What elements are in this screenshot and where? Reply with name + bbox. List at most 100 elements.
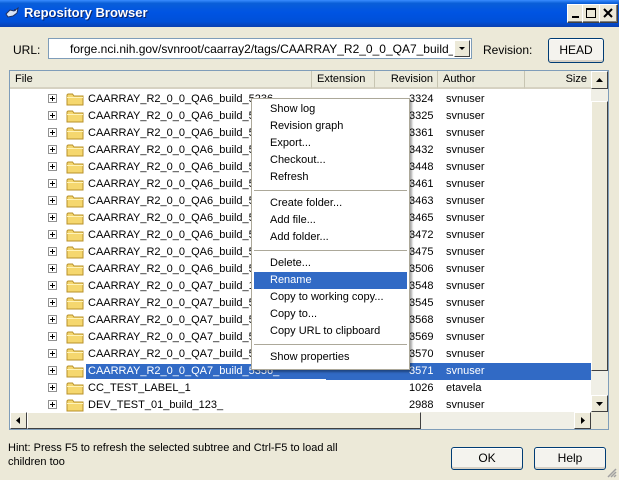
horizontal-scrollbar[interactable]	[10, 412, 591, 429]
expand-icon[interactable]	[48, 281, 57, 290]
menu-item-checkout[interactable]: Checkout...	[254, 152, 407, 169]
menu-item-revision-graph[interactable]: Revision graph	[254, 118, 407, 135]
column-author[interactable]: Author	[438, 71, 525, 89]
revision-cell: 3571	[409, 365, 434, 377]
expand-icon[interactable]	[48, 179, 57, 188]
tree-row[interactable]: CC_TEST_LABEL_1 1026 etavela	[10, 380, 592, 397]
revision-cell: 3361	[409, 127, 434, 139]
menu-item-show-properties[interactable]: Show properties	[254, 349, 407, 366]
column-revision[interactable]: Revision	[375, 71, 438, 89]
url-field[interactable]: forge.nci.nih.gov/svnroot/caarray2/tags/…	[70, 42, 453, 56]
url-dropdown-button[interactable]	[454, 40, 470, 57]
expand-icon[interactable]	[48, 230, 57, 239]
author-cell: svnuser	[446, 348, 485, 360]
menu-separator	[254, 344, 407, 345]
folder-icon	[66, 178, 84, 191]
author-cell: svnuser	[446, 127, 485, 139]
title-bar: Repository Browser	[0, 0, 619, 27]
expand-icon[interactable]	[48, 145, 57, 154]
revision-cell: 3465	[409, 212, 434, 224]
menu-item-delete[interactable]: Delete...	[254, 255, 407, 272]
expand-icon[interactable]	[48, 247, 57, 256]
author-cell: svnuser	[446, 331, 485, 343]
revision-cell: 3325	[409, 110, 434, 122]
window-title: Repository Browser	[24, 5, 148, 20]
folder-name: CAARRAY_R2_0_0_QA7_build_53	[88, 348, 261, 360]
revision-cell: 1026	[409, 382, 434, 394]
close-button[interactable]	[599, 4, 618, 23]
author-cell: svnuser	[446, 263, 485, 275]
menu-item-copy-to-working-copy[interactable]: Copy to working copy...	[254, 289, 407, 306]
expand-icon[interactable]	[48, 213, 57, 222]
folder-name: CAARRAY_R2_0_0_QA6_build_53	[88, 263, 261, 275]
folder-icon	[66, 314, 84, 327]
ok-button[interactable]: OK	[451, 447, 523, 470]
folder-icon	[66, 263, 84, 276]
menu-item-show-log[interactable]: Show log	[254, 101, 407, 118]
author-cell: svnuser	[446, 280, 485, 292]
vertical-scrollbar[interactable]	[591, 71, 608, 412]
expand-icon[interactable]	[48, 94, 57, 103]
horizontal-scroll-thumb[interactable]	[27, 412, 421, 429]
menu-item-refresh[interactable]: Refresh	[254, 169, 407, 186]
expand-icon[interactable]	[48, 383, 57, 392]
revision-cell: 3448	[409, 161, 434, 173]
folder-icon	[66, 161, 84, 174]
expand-icon[interactable]	[48, 349, 57, 358]
close-icon	[603, 8, 613, 18]
column-header: File Extension Revision Author Size	[10, 71, 608, 89]
folder-name: CAARRAY_R2_0_0_QA6_build_5236	[88, 93, 274, 105]
expand-icon[interactable]	[48, 315, 57, 324]
revision-label: Revision:	[483, 43, 533, 57]
author-cell: svnuser	[446, 110, 485, 122]
folder-icon	[66, 93, 84, 106]
menu-item-copy-to[interactable]: Copy to...	[254, 306, 407, 323]
revision-cell: 3570	[409, 348, 434, 360]
folder-icon	[66, 399, 84, 412]
chevron-down-icon	[459, 47, 465, 50]
resize-grip-icon[interactable]	[605, 466, 617, 478]
url-combobox[interactable]: forge.nci.nih.gov/svnroot/caarray2/tags/…	[48, 38, 472, 59]
vertical-scroll-thumb[interactable]	[591, 101, 608, 371]
column-file[interactable]: File	[10, 71, 312, 89]
folder-icon	[66, 229, 84, 242]
revision-cell: 3461	[409, 178, 434, 190]
expand-icon[interactable]	[48, 196, 57, 205]
author-cell: svnuser	[446, 314, 485, 326]
expand-icon[interactable]	[48, 264, 57, 273]
expand-icon[interactable]	[48, 162, 57, 171]
hint-text: Hint: Press F5 to refresh the selected s…	[8, 442, 338, 468]
folder-name: CC_TEST_LABEL_1	[88, 382, 191, 394]
expand-icon[interactable]	[48, 400, 57, 409]
arrow-left-icon	[16, 417, 20, 424]
expand-icon[interactable]	[48, 128, 57, 137]
folder-icon	[66, 348, 84, 361]
expand-icon[interactable]	[48, 298, 57, 307]
column-extension[interactable]: Extension	[312, 71, 375, 89]
expand-icon[interactable]	[48, 111, 57, 120]
revision-cell: 3569	[409, 331, 434, 343]
folder-icon	[66, 365, 84, 378]
menu-item-export[interactable]: Export...	[254, 135, 407, 152]
scroll-up-button[interactable]	[591, 71, 608, 89]
expand-icon[interactable]	[48, 366, 57, 375]
author-cell: svnuser	[446, 229, 485, 241]
author-cell: svnuser	[446, 178, 485, 190]
head-revision-button[interactable]: HEAD	[548, 38, 604, 63]
scroll-left-button[interactable]	[10, 412, 27, 429]
revision-cell: 3548	[409, 280, 434, 292]
folder-icon	[66, 195, 84, 208]
help-button[interactable]: Help	[534, 447, 606, 470]
menu-item-copy-url-to-clipboard[interactable]: Copy URL to clipboard	[254, 323, 407, 340]
expand-icon[interactable]	[48, 332, 57, 341]
scroll-right-button[interactable]	[574, 412, 591, 429]
folder-name: CAARRAY_R2_0_0_QA7_build_53	[88, 314, 261, 326]
menu-item-add-folder[interactable]: Add folder...	[254, 229, 407, 246]
revision-cell: 3463	[409, 195, 434, 207]
folder-name: CAARRAY_R2_0_0_QA6_build_53	[88, 212, 261, 224]
column-size[interactable]: Size	[525, 71, 592, 89]
scroll-down-button[interactable]	[591, 395, 608, 412]
menu-item-rename[interactable]: Rename	[254, 272, 407, 289]
menu-item-create-folder[interactable]: Create folder...	[254, 195, 407, 212]
menu-item-add-file[interactable]: Add file...	[254, 212, 407, 229]
